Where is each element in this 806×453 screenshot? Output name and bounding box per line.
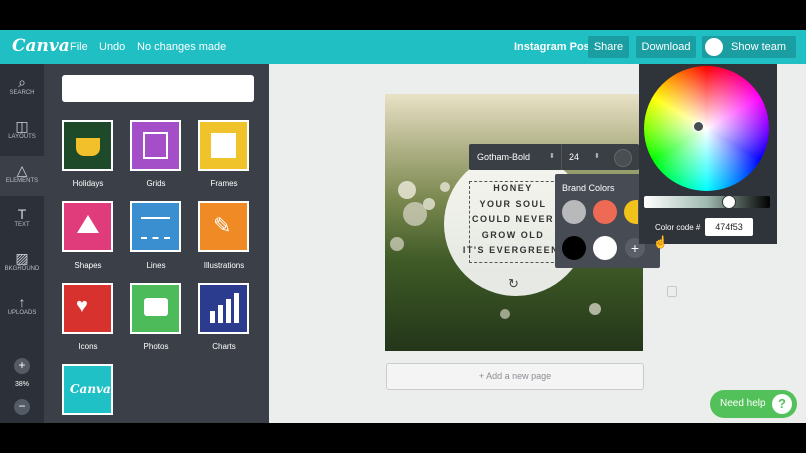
tile-icons[interactable]: ♥ (62, 283, 113, 334)
color-swatch-gray[interactable] (562, 200, 586, 224)
quote-line: YOUR SOUL (479, 199, 547, 209)
color-swatch-white[interactable] (593, 236, 617, 260)
show-team-label: Show team (731, 41, 787, 53)
quote-line: HONEY (493, 183, 533, 193)
frame-icon (211, 133, 236, 158)
rail-item-layouts[interactable]: ◫ LAYOUTS (0, 118, 44, 140)
undo-button[interactable]: Undo (99, 41, 125, 53)
zoom-in-button[interactable]: + (14, 358, 30, 374)
font-select[interactable]: Gotham-Bold (477, 152, 530, 162)
canva-logo[interactable]: Canva (12, 36, 70, 56)
brightness-handle[interactable] (722, 195, 736, 209)
rail-item-elements[interactable]: △ ELEMENTS (0, 156, 44, 196)
rail-item-text[interactable]: T TEXT (0, 206, 44, 228)
color-code-input[interactable]: 474f53 (705, 218, 753, 236)
tile-label: Illustrations (203, 261, 245, 270)
upload-icon: ↑ (18, 294, 26, 310)
canva-tile-logo: Canva (70, 382, 111, 396)
tile-illustrations[interactable]: ✎ (198, 201, 249, 252)
grid-icon (143, 132, 168, 159)
lines-icon (141, 217, 170, 239)
add-page-button[interactable]: + Add a new page (386, 363, 644, 390)
color-wheel-handle[interactable] (693, 121, 704, 132)
rail-item-label: BKGROUND (4, 266, 40, 272)
rail-item-label: LAYOUTS (8, 134, 36, 140)
layouts-icon: ◫ (15, 118, 29, 134)
color-swatch-coral[interactable] (593, 200, 617, 224)
tile-lines[interactable] (130, 201, 181, 252)
divider (561, 144, 562, 170)
rail-item-uploads[interactable]: ↑ UPLOADS (0, 294, 44, 316)
color-swatch-black[interactable] (562, 236, 586, 260)
rail-item-label: SEARCH (9, 90, 35, 96)
quote-line: COULD NEVER (471, 214, 554, 224)
quote-line: IT'S EVERGREEN (462, 245, 560, 255)
tile-holidays[interactable] (62, 120, 113, 171)
text-color-button[interactable] (614, 149, 632, 167)
tile-label: Charts (212, 342, 236, 351)
document-type: Instagram Post (514, 41, 594, 53)
rail-item-background[interactable]: ▨ BKGROUND (0, 250, 44, 272)
quote-line: GROW OLD (481, 230, 545, 240)
rail-item-search[interactable]: ⌕ SEARCH (0, 74, 44, 96)
text-icon: T (17, 206, 27, 222)
mouse-cursor-icon: ☝ (653, 235, 668, 249)
search-icon: ⌕ (18, 74, 26, 90)
glasses-icon: ♥ (76, 295, 88, 317)
share-button[interactable]: Share (588, 36, 629, 58)
rail-item-label: UPLOADS (7, 310, 37, 316)
rail-item-label: TEXT (14, 222, 30, 228)
left-rail: ⌕ SEARCH ◫ LAYOUTS △ ELEMENTS T TEXT ▨ B… (0, 64, 44, 423)
tile-label: Lines (146, 261, 166, 270)
letterbox-bottom (0, 423, 806, 453)
font-select-arrow-icon: ⬍ (549, 153, 555, 160)
tile-shapes[interactable] (62, 201, 113, 252)
pencil-icon: ✎ (213, 213, 232, 238)
rotate-icon[interactable]: ↻ (508, 276, 519, 292)
tile-canva[interactable]: Canva (62, 364, 113, 415)
tile-grids[interactable] (130, 120, 181, 171)
brand-colors-title: Brand Colors (562, 183, 615, 193)
color-wheel[interactable] (644, 66, 769, 191)
elements-icon: △ (16, 162, 28, 178)
download-button[interactable]: Download (636, 36, 696, 58)
font-size-select[interactable]: 24 (569, 152, 579, 162)
color-code-label: Color code # (655, 223, 701, 232)
save-status: No changes made (137, 41, 227, 53)
top-bar: Canva File Undo No changes made Instagra… (0, 30, 806, 64)
rail-item-label: ELEMENTS (5, 178, 39, 184)
tile-label: Holidays (72, 179, 104, 188)
background-icon: ▨ (15, 250, 29, 266)
tile-label: Grids (146, 179, 166, 188)
font-size-arrow-icon: ⬍ (594, 153, 600, 160)
search-input[interactable] (62, 75, 254, 102)
tile-frames[interactable] (198, 120, 249, 171)
zoom-level: 38% (14, 381, 29, 388)
need-help-label: Need help (720, 398, 766, 409)
zoom-out-button[interactable]: − (14, 399, 30, 415)
tile-label: Frames (210, 179, 238, 188)
tile-charts[interactable] (198, 283, 249, 334)
file-menu[interactable]: File (70, 41, 88, 53)
brightness-slider[interactable] (644, 196, 770, 208)
help-icon: ? (772, 394, 792, 414)
bar-chart-icon (210, 293, 239, 323)
bells-icon (76, 138, 100, 156)
color-swatch-yellow[interactable] (624, 200, 638, 224)
show-team-button[interactable]: Show team (702, 36, 796, 58)
tile-label: Icons (78, 342, 98, 351)
page-copy-icon[interactable] (667, 286, 677, 297)
tile-label: Photos (143, 342, 169, 351)
camera-icon (144, 298, 168, 316)
tile-photos[interactable] (130, 283, 181, 334)
text-toolbar: Gotham-Bold ⬍ 24 ⬍ (469, 144, 639, 170)
need-help-button[interactable]: Need help ? (710, 390, 797, 418)
shapes-icon (77, 215, 99, 233)
tile-label: Shapes (74, 261, 102, 270)
team-avatar (705, 38, 723, 57)
